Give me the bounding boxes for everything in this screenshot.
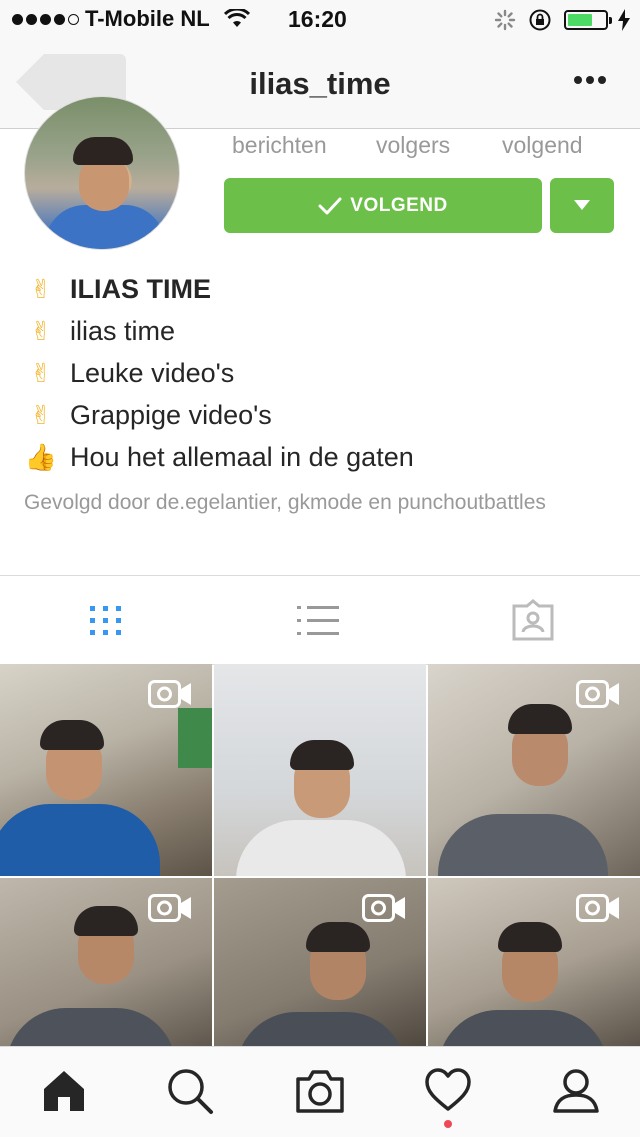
heart-icon[interactable] [424,1067,472,1113]
checkmark-icon [318,197,342,214]
rotation-lock-icon [529,9,551,31]
home-icon[interactable] [40,1067,88,1115]
search-icon[interactable] [166,1067,214,1115]
bio-line: ✌ ilias time [24,316,175,347]
grid-view-tab[interactable] [88,604,124,638]
victory-hand-icon: ✌ [30,316,52,346]
list-view-tab[interactable] [297,604,341,638]
video-camera-icon [362,894,405,922]
following-button[interactable]: VOLGEND [224,178,542,233]
profile-view-tabs [0,575,640,665]
tagged-icon [512,599,554,641]
video-camera-icon [576,680,619,708]
signal-strength-icon [12,13,79,25]
chevron-down-icon [574,200,590,210]
list-icon [297,606,339,635]
bio-text: Grappige video's [70,400,272,430]
followers-stat-label[interactable]: volgers [376,132,450,159]
tagged-photos-tab[interactable] [510,598,556,642]
bio-text: Hou het allemaal in de gaten [70,442,414,472]
carrier-name: T-Mobile NL [85,6,210,31]
bio-text: ILIAS TIME [70,274,211,304]
posts-stat-label[interactable]: berichten [232,132,327,159]
suggestions-dropdown-button[interactable] [550,178,614,233]
posts-grid [0,664,640,1046]
post-thumbnail[interactable] [214,878,426,1046]
activity-spinner-icon [494,9,516,31]
bio-line: ✌ Leuke video's [24,358,234,389]
grid-icon [90,606,121,635]
post-thumbnail[interactable] [0,878,212,1046]
bio-text: ilias time [70,316,176,346]
post-thumbnail[interactable] [214,664,426,876]
bio-line: ✌ Grappige video's [24,400,272,431]
post-thumbnail[interactable] [0,664,212,876]
carrier: T-Mobile NL [12,6,250,32]
bio-line: ✌ ILIAS TIME [24,274,211,305]
victory-hand-icon: ✌ [30,358,52,388]
video-camera-icon [148,894,191,922]
following-button-label: VOLGEND [350,194,448,216]
status-bar: T-Mobile NL 16:20 [0,0,640,40]
battery-icon [564,10,612,30]
followed-by-text[interactable]: Gevolgd door de.egelantier, gkmode en pu… [24,488,584,517]
profile-icon[interactable] [552,1067,600,1115]
bio-line: 👍 Hou het allemaal in de gaten [24,442,414,473]
following-stat-label[interactable]: volgend [502,132,583,159]
post-thumbnail[interactable] [428,878,640,1046]
more-options-button[interactable] [574,76,606,84]
status-time: 16:20 [288,6,347,32]
notification-dot [444,1120,452,1128]
bottom-tab-bar [0,1046,640,1137]
thumbs-up-icon: 👍 [24,442,58,472]
video-camera-icon [576,894,619,922]
post-thumbnail[interactable] [428,664,640,876]
camera-icon[interactable] [294,1067,346,1115]
bio-text: Leuke video's [70,358,235,388]
victory-hand-icon: ✌ [30,400,52,430]
avatar[interactable] [24,96,180,250]
victory-hand-icon: ✌ [30,274,52,304]
wifi-icon [223,9,250,27]
charging-icon [618,9,630,31]
video-camera-icon [148,680,191,708]
